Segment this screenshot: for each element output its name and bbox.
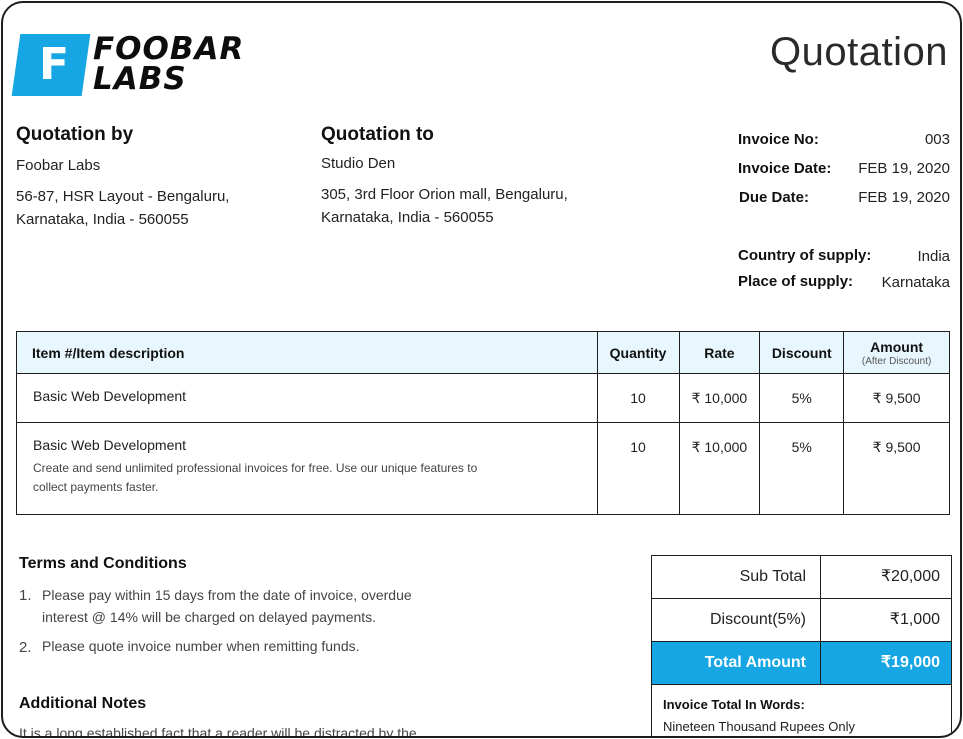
col-header-amount: Amount (After Discount) [843, 331, 950, 374]
subtotal-label: Sub Total [652, 556, 821, 598]
notes-text: It is a long established fact that a rea… [19, 725, 417, 738]
term-item: Please quote invoice number when remitti… [42, 635, 360, 657]
subtotal-row: Sub Total ₹20,000 [652, 556, 951, 599]
logo-wordmark: FOOBAR LABS [93, 31, 245, 97]
place-label: Place of supply: [738, 273, 854, 290]
terms-title: Terms and Conditions [19, 555, 187, 572]
invoice-no-label: Invoice No: [738, 131, 819, 148]
item-amount: ₹ 9,500 [843, 422, 950, 515]
quotation-by-title: Quotation by [16, 124, 134, 145]
place-value: Karnataka [881, 274, 950, 291]
quotation-document: F FOOBAR LABS Quotation Quotation by Foo… [1, 1, 962, 738]
subtotal-value: ₹20,000 [880, 568, 940, 585]
col-header-rate: Rate [678, 331, 761, 374]
from-address-line-2: Karnataka, India - 560055 [16, 211, 189, 228]
col-header-item: Item #/Item description [16, 331, 598, 374]
term-number: 2. [19, 639, 32, 656]
item-amount: ₹ 9,500 [843, 373, 950, 423]
items-table: Item #/Item description Quantity Rate Di… [16, 331, 950, 515]
due-date-label: Due Date: [739, 189, 810, 206]
table-row: Basic Web Development Create and send un… [16, 422, 950, 515]
discount-row: Discount(5%) ₹1,000 [652, 599, 951, 642]
table-row: Basic Web Development 10 ₹ 10,000 5% ₹ 9… [16, 373, 950, 423]
term-item: Please pay within 15 days from the date … [42, 584, 412, 628]
term-line: Please quote invoice number when remitti… [42, 638, 360, 654]
total-in-words-label: Invoice Total In Words: [663, 697, 805, 712]
from-address-line-1: 56-87, HSR Layout - Bengaluru, [16, 188, 230, 205]
item-note: Create and send unlimited professional i… [33, 461, 478, 494]
item-name: Basic Web Development [33, 437, 187, 453]
item-rate: ₹ 10,000 [678, 373, 761, 423]
term-line: Please pay within 15 days from the date … [42, 587, 412, 603]
invoice-date-value: FEB 19, 2020 [858, 160, 950, 177]
col-header-amount-sub: (After Discount) [861, 355, 932, 367]
table-header-row: Item #/Item description Quantity Rate Di… [16, 331, 950, 374]
item-quantity: 10 [596, 373, 680, 423]
total-label: Total Amount [652, 642, 821, 684]
invoice-date-label: Invoice Date: [738, 160, 832, 177]
total-in-words-value: Nineteen Thousand Rupees Only [663, 719, 855, 734]
from-name: Foobar Labs [16, 157, 101, 174]
col-header-amount-label: Amount [870, 338, 924, 355]
logo-line-2: LABS [93, 61, 187, 97]
item-quantity: 10 [596, 422, 680, 515]
quotation-to-block: Quotation to Studio Den 305, 3rd Floor O… [321, 124, 568, 229]
total-row: Total Amount ₹19,000 [652, 642, 951, 685]
to-address-line-2: Karnataka, India - 560055 [321, 209, 494, 226]
quotation-to-title: Quotation to [321, 124, 434, 145]
totals-box: Sub Total ₹20,000 Discount(5%) ₹1,000 To… [651, 555, 952, 736]
total-in-words: Invoice Total In Words: Nineteen Thousan… [652, 685, 951, 736]
item-discount: 5% [759, 373, 845, 423]
item-description-cell: Basic Web Development [16, 373, 598, 423]
discount-value: ₹1,000 [889, 611, 940, 628]
country-value: India [917, 248, 950, 265]
item-rate: ₹ 10,000 [678, 422, 761, 515]
term-line: interest @ 14% will be charged on delaye… [42, 609, 377, 625]
discount-label: Discount(5%) [652, 599, 821, 641]
country-label: Country of supply: [738, 247, 872, 264]
total-value: ₹19,000 [880, 654, 940, 671]
col-header-discount: Discount [759, 331, 845, 374]
logo-letter: F [38, 39, 70, 90]
to-address-line-1: 305, 3rd Floor Orion mall, Bengaluru, [321, 186, 568, 203]
invoice-no-value: 003 [924, 131, 950, 148]
item-description-cell: Basic Web Development Create and send un… [16, 422, 598, 515]
item-discount: 5% [759, 422, 845, 515]
col-header-quantity: Quantity [596, 331, 680, 374]
to-name: Studio Den [321, 155, 396, 172]
item-name: Basic Web Development [33, 388, 187, 404]
quotation-by-block: Quotation by Foobar Labs 56-87, HSR Layo… [16, 124, 229, 231]
logo-line-1: FOOBAR [93, 31, 245, 67]
term-number: 1. [19, 587, 32, 604]
notes-title: Additional Notes [19, 695, 147, 712]
due-date-value: FEB 19, 2020 [858, 189, 950, 206]
document-title: Quotation [770, 30, 948, 74]
